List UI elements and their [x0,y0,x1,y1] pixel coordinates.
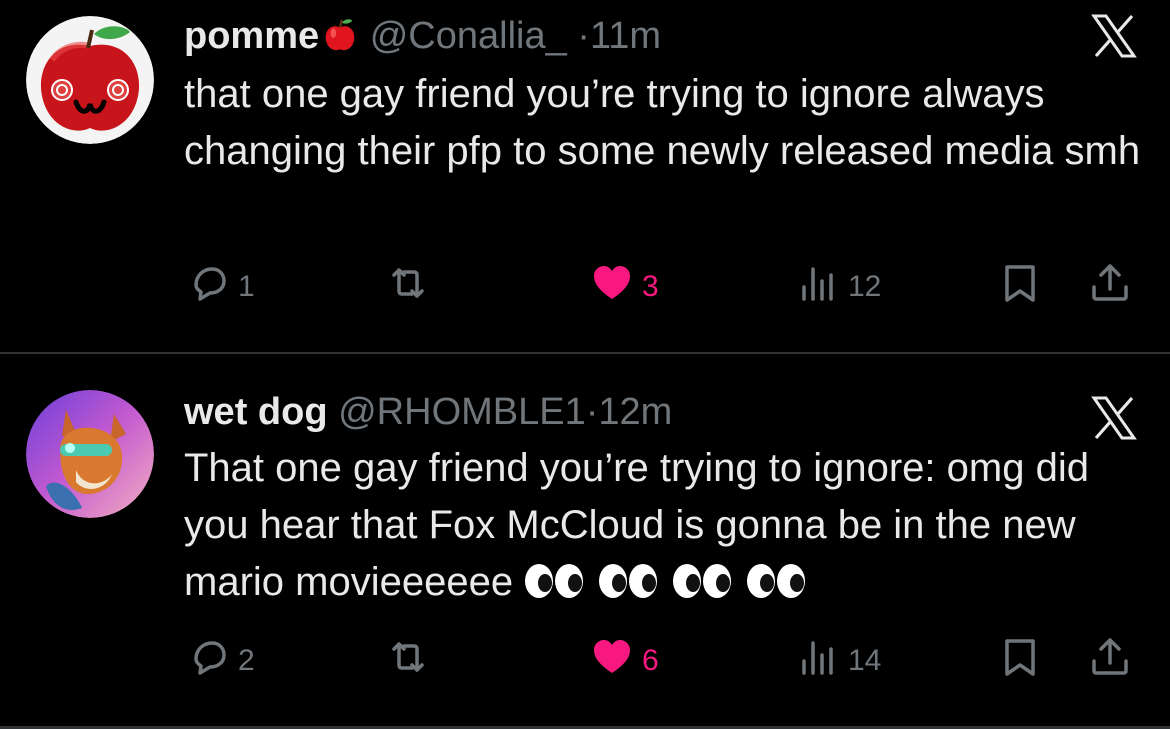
tweet[interactable]: pomme @Conallia_ ·11m that one gay frien… [0,0,1170,352]
tweet-text: That one gay friend you’re trying to ign… [184,440,1144,611]
tweet-text: that one gay friend you’re trying to ign… [184,72,1141,173]
reply-button[interactable]: 2 [186,636,255,686]
action-bar: 2 6 14 [0,636,1170,686]
avatar[interactable] [26,390,154,518]
views-button[interactable]: 14 [796,636,881,686]
views-icon [796,261,840,313]
retweet-button[interactable] [386,262,430,312]
eyes-emoji-icon [745,558,809,598]
share-button[interactable] [1088,262,1132,312]
reply-count: 1 [238,270,255,303]
handle[interactable]: @RHOMBLE1 [338,391,586,433]
eyes-emoji-icon [523,558,587,598]
bookmark-icon [998,635,1042,687]
retweet-button[interactable] [386,636,430,686]
separator: · [577,15,590,57]
like-button[interactable]: 6 [590,636,659,686]
action-bar: 1 3 12 [0,262,1170,312]
heart-icon [590,261,634,313]
bookmark-button[interactable] [998,636,1042,686]
tweet-header: pomme @Conallia_ ·11m [184,14,661,58]
handle[interactable]: @Conallia_ [370,15,567,57]
views-button[interactable]: 12 [796,262,881,312]
timestamp[interactable]: 12m [598,391,672,433]
separator: · [585,391,599,433]
avatar[interactable] [26,16,154,144]
share-icon [1088,635,1132,687]
bookmark-icon [998,261,1042,313]
heart-icon [590,635,634,687]
reply-button[interactable]: 1 [186,262,255,312]
retweet-icon [386,635,430,687]
bookmark-button[interactable] [998,262,1042,312]
tweet[interactable]: wet dog @RHOMBLE1·12m That one gay frien… [0,354,1170,726]
view-count: 14 [848,644,882,677]
reply-icon [186,635,230,687]
like-count: 3 [642,270,659,303]
like-button[interactable]: 3 [590,262,659,312]
reply-icon [186,261,230,313]
retweet-icon [386,261,430,313]
like-count: 6 [642,644,659,677]
eyes-emoji-icon [597,558,661,598]
view-count: 12 [848,270,882,303]
share-button[interactable] [1088,636,1132,686]
display-name[interactable]: wet dog [184,391,328,433]
tweet-header: wet dog @RHOMBLE1·12m [184,390,672,434]
views-icon [796,635,840,687]
x-logo-icon [1090,12,1138,60]
reply-count: 2 [238,644,255,677]
share-icon [1088,261,1132,313]
timestamp[interactable]: 11m [590,15,661,57]
x-logo-icon [1090,394,1138,442]
eyes-emoji-icon [671,558,735,598]
display-name[interactable]: pomme [184,15,319,57]
apple-emoji-icon [321,16,359,54]
